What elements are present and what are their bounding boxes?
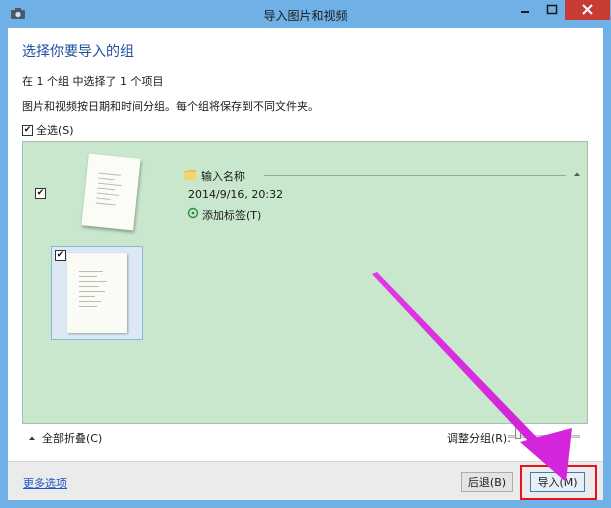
import-highlight-annotation — [520, 465, 597, 500]
minimize-button[interactable] — [512, 0, 538, 20]
group-checkbox[interactable]: ✔ — [35, 188, 46, 199]
dialog-footer: 更多选项 后退(B) 导入(M) — [8, 461, 603, 500]
collapse-all-button[interactable]: 全部折叠(C) — [28, 430, 102, 446]
grouping-description: 图片和视频按日期和时间分组。每个组将保存到不同文件夹。 — [22, 100, 319, 113]
caret-up-icon — [29, 436, 35, 440]
close-button[interactable] — [565, 0, 610, 20]
photo-item[interactable]: ✔ — [51, 246, 143, 340]
back-button[interactable]: 后退(B) — [461, 472, 513, 492]
selection-summary: 在 1 个组 中选择了 1 个项目 — [22, 75, 164, 88]
folder-icon — [184, 170, 196, 180]
page-heading: 选择你要导入的组 — [22, 44, 134, 60]
group-preview-photo — [81, 153, 141, 231]
select-all-checkbox[interactable]: ✔ 全选(S) — [22, 123, 74, 137]
select-all-label: 全选(S) — [36, 124, 74, 137]
import-dialog-window: 导入图片和视频 选择你要导入的组 在 1 个组 中选择了 1 个项目 图片和视频… — [0, 0, 611, 508]
dialog-body: 选择你要导入的组 在 1 个组 中选择了 1 个项目 图片和视频按日期和时间分组… — [8, 28, 603, 500]
photo-item-checkbox[interactable]: ✔ — [55, 250, 66, 261]
group-thumbnail-stack — [79, 152, 143, 238]
photo-thumbnail — [67, 253, 127, 333]
group-divider — [264, 175, 566, 176]
more-options-link[interactable]: 更多选项 — [23, 475, 67, 491]
adjust-groups-label: 调整分组(R): — [447, 432, 511, 445]
maximize-button[interactable] — [539, 0, 565, 20]
group-date: 2014/9/16, 20:32 — [188, 188, 284, 201]
title-bar[interactable]: 导入图片和视频 — [0, 0, 611, 28]
chevron-up-icon[interactable] — [573, 171, 581, 177]
tag-icon[interactable] — [187, 207, 199, 219]
adjust-groups-slider-handle[interactable] — [514, 427, 521, 439]
collapse-all-label: 全部折叠(C) — [42, 432, 103, 445]
add-tag-link[interactable]: 添加标签(T) — [202, 207, 261, 223]
group-name-input[interactable]: 输入名称 — [201, 168, 245, 184]
select-all-checkmark[interactable]: ✔ — [22, 124, 33, 136]
import-groups-panel: ✔ 输入名称 2014/9/16, 20:32 添加标签(T) ✔ — [22, 141, 588, 424]
